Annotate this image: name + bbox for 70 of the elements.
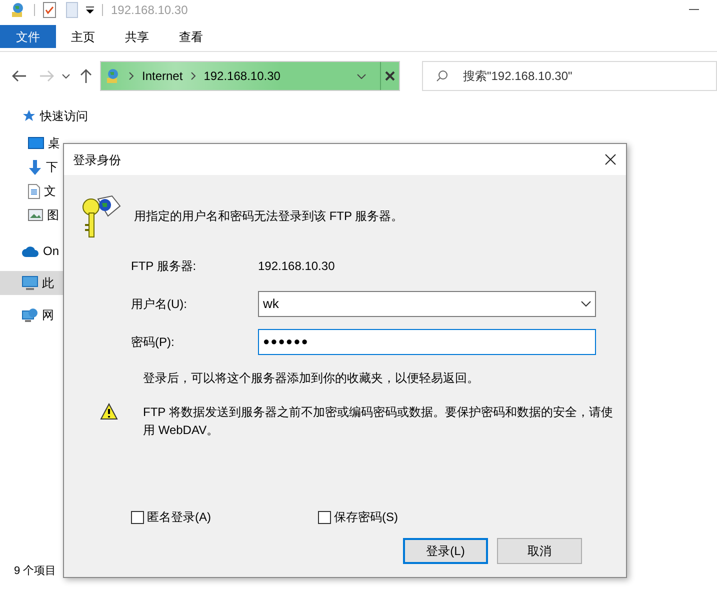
document-icon <box>28 184 40 198</box>
search-field[interactable]: 搜索"192.168.10.30" <box>422 61 717 91</box>
breadcrumb-item[interactable]: 192.168.10.30 <box>204 67 280 85</box>
page-icon <box>66 2 78 18</box>
keys-icon <box>82 193 122 239</box>
ribbon-tab[interactable]: 查看 <box>164 25 218 48</box>
sidebar-label: On <box>43 243 60 260</box>
chevron-down-icon <box>581 301 591 307</box>
username-combobox[interactable]: wk <box>258 291 596 317</box>
back-arrow-icon[interactable] <box>12 70 26 82</box>
sidebar-item[interactable]: 文 <box>0 179 63 203</box>
sidebar-item[interactable]: 图 <box>0 203 63 227</box>
warning-text: FTP 将数据发送到服务器之前不加密或编码密码或数据。要保护密码和数据的安全，请使用 WebDAV。 <box>143 404 614 439</box>
globe-folder-icon <box>10 2 26 18</box>
sidebar-label: 网 <box>42 307 54 324</box>
sidebar-label: 图 <box>47 207 59 224</box>
checkbox-label: 保存密码(S) <box>334 509 398 526</box>
address-bar[interactable]: Internet 192.168.10.30 <box>100 61 400 91</box>
star-icon <box>22 109 36 123</box>
chevron-right-icon <box>129 72 134 80</box>
down-arrow-icon <box>28 160 42 174</box>
globe-folder-icon <box>105 68 121 84</box>
dropdown-icon[interactable] <box>86 6 94 14</box>
dialog-button[interactable]: 登录(L) <box>403 538 488 564</box>
file-tab[interactable]: 文件 <box>0 25 56 48</box>
chevron-right-icon <box>190 72 196 80</box>
close-icon[interactable] <box>385 71 395 81</box>
sidebar-label: 下 <box>46 159 58 176</box>
field-value: wk <box>263 295 280 314</box>
field-label: FTP 服务器: <box>131 258 198 275</box>
checkbox[interactable]: 保存密码(S) <box>318 508 398 526</box>
field-label: 密码(P): <box>131 334 176 351</box>
error-message: 用指定的用户名和密码无法登录到该 FTP 服务器。 <box>134 208 404 225</box>
sidebar-item[interactable]: 桌 <box>0 131 63 155</box>
chevron-down-icon[interactable] <box>357 74 366 78</box>
ribbon-tab[interactable]: 主页 <box>56 25 110 48</box>
sidebar-item[interactable]: 此 <box>0 271 63 295</box>
breadcrumb-item[interactable]: Internet <box>142 67 183 85</box>
status-text: 9 个项目 <box>14 564 56 578</box>
sidebar-item[interactable]: 下 <box>0 155 63 179</box>
search-icon <box>436 70 448 82</box>
window-title: 192.168.10.30 <box>111 2 188 19</box>
sidebar-item[interactable]: On <box>0 239 63 263</box>
field-value: 192.168.10.30 <box>258 258 335 275</box>
sidebar-label: 此 <box>42 275 54 292</box>
checkbox[interactable]: 匿名登录(A) <box>131 508 318 526</box>
cloud-icon <box>22 246 39 256</box>
sidebar-label: 快速访问 <box>40 108 88 125</box>
dialog-button[interactable]: 取消 <box>497 538 582 564</box>
warning-icon <box>100 403 118 420</box>
sidebar-label: 桌 <box>48 135 60 152</box>
sidebar-label: 文 <box>44 183 56 200</box>
password-field[interactable]: ●●●●●● <box>258 329 596 355</box>
hint-text: 登录后，可以将这个服务器添加到你的收藏夹，以便轻易返回。 <box>143 370 480 387</box>
field-label: 用户名(U): <box>131 296 188 313</box>
dialog-title: 登录身份 <box>73 152 122 168</box>
close-icon[interactable] <box>605 154 616 165</box>
network-icon <box>22 308 38 322</box>
up-arrow-icon[interactable] <box>80 69 92 83</box>
ribbon-tab[interactable]: 共享 <box>110 25 164 48</box>
checkbox-square[interactable] <box>131 510 144 524</box>
monitor-icon <box>28 136 44 150</box>
monitor-icon <box>22 276 38 290</box>
chevron-down-icon[interactable] <box>62 74 70 78</box>
sidebar-item[interactable]: 网 <box>0 303 63 327</box>
image-icon <box>28 209 43 221</box>
checkbox-label: 匿名登录(A) <box>147 509 211 526</box>
minimize-icon[interactable] <box>689 9 699 11</box>
checkbox-square[interactable] <box>318 510 331 524</box>
sidebar-item[interactable]: 快速访问 <box>0 104 88 128</box>
